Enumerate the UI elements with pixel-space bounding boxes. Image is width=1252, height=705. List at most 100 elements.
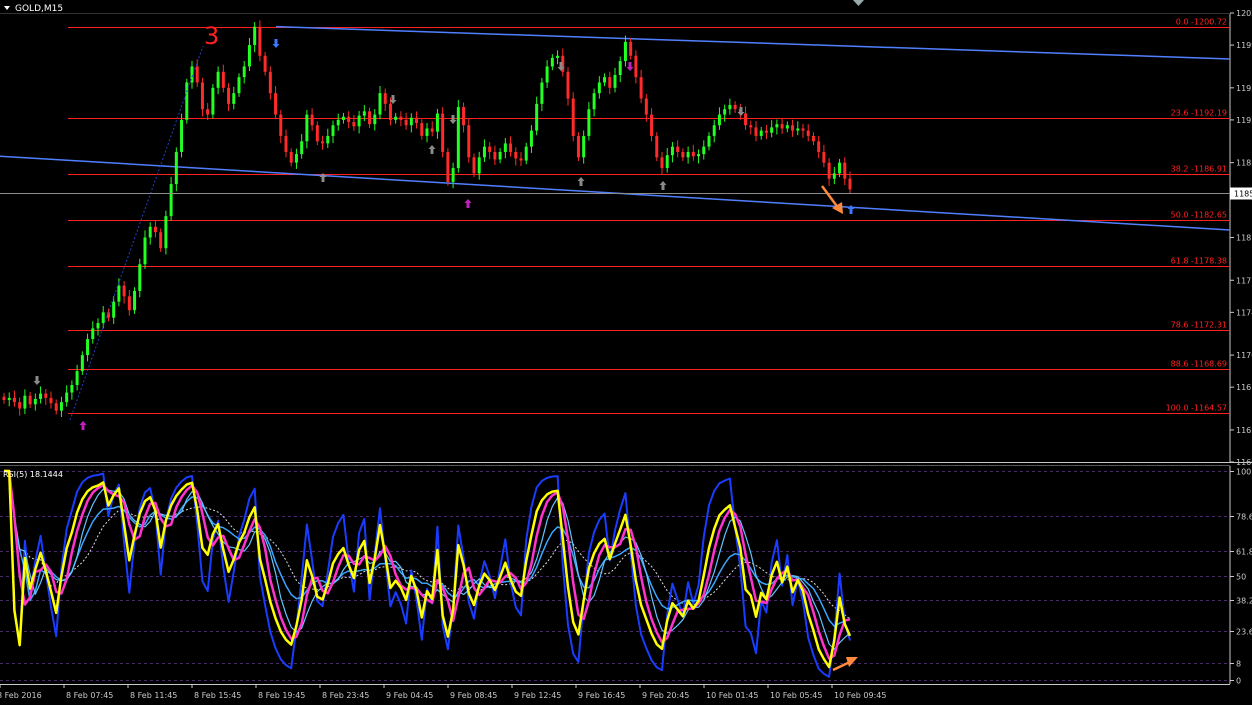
- candle-body: [237, 77, 241, 94]
- candle-body: [65, 392, 69, 403]
- price-tick-label: 1199: [1236, 41, 1252, 50]
- candle-body: [603, 77, 607, 83]
- candle-body: [39, 393, 43, 399]
- candle-body: [498, 151, 502, 160]
- candle-body: [200, 82, 204, 110]
- rsi-level-label: 23.6: [1236, 628, 1252, 637]
- time-tick-label: 9 Feb 20:45: [642, 691, 689, 700]
- candle-body: [211, 87, 215, 115]
- candle-body: [482, 146, 486, 158]
- candle-body: [707, 135, 711, 147]
- candle-body: [12, 397, 16, 403]
- candle-body: [294, 154, 298, 163]
- price-tick-label: 1181: [1236, 234, 1252, 243]
- candle-body: [80, 355, 84, 372]
- candle-body: [362, 111, 366, 116]
- candle-body: [59, 402, 63, 411]
- candle-body: [582, 135, 586, 158]
- candle-body: [258, 26, 262, 56]
- rsi-level-label: 61.8: [1236, 548, 1252, 557]
- rsi-level-label: 0: [1236, 677, 1241, 686]
- time-tick-label: 8 Feb 23:45: [322, 691, 369, 700]
- candle-body: [524, 146, 528, 161]
- price-tick-label: 1160: [1236, 458, 1252, 467]
- candle-body: [341, 116, 345, 120]
- candle-body: [117, 285, 121, 302]
- candle-body: [780, 124, 784, 129]
- rsi-level-label: 8: [1236, 660, 1241, 669]
- candle-body: [195, 66, 199, 83]
- candle-body: [54, 403, 58, 411]
- candle-body: [702, 146, 706, 155]
- candle-body: [216, 71, 220, 88]
- candle-body: [174, 151, 178, 185]
- candle-body: [164, 216, 168, 249]
- candle-body: [770, 127, 774, 133]
- candle-body: [462, 107, 466, 126]
- fib-label: 100.0 -1164.57: [1166, 404, 1227, 413]
- candle-body: [576, 135, 580, 158]
- candle-body: [44, 393, 48, 398]
- candle-body: [133, 290, 137, 311]
- candle-body: [378, 93, 382, 115]
- candle-body: [843, 162, 847, 179]
- candle-body: [535, 103, 539, 131]
- candle-body: [357, 115, 361, 127]
- candle-body: [477, 157, 481, 174]
- candle-body: [723, 109, 727, 115]
- chart-root: 0.0 -1200.72 23.6 -1192.19 38.2 -1186.91 50…: [0, 0, 1252, 705]
- candle-body: [242, 66, 246, 78]
- price-tick-label: 1192: [1236, 116, 1252, 125]
- candle-body: [759, 130, 763, 136]
- candle-body: [441, 113, 445, 152]
- symbol-label: GOLD,M15: [15, 4, 63, 14]
- candle-body: [629, 41, 633, 56]
- candle-body: [749, 125, 753, 128]
- current-price-label: 1185: [1234, 190, 1252, 199]
- candle-body: [75, 371, 79, 386]
- candle-body: [650, 114, 654, 136]
- candle-body: [101, 312, 105, 324]
- candle-body: [623, 41, 627, 62]
- rsi-level-label: 100: [1236, 468, 1251, 477]
- candle-body: [263, 55, 267, 72]
- candle-body: [331, 125, 335, 136]
- candle-body: [221, 71, 225, 88]
- candle-body: [791, 125, 795, 131]
- fib-label: 88.6 -1168.69: [1171, 360, 1227, 369]
- candle-body: [608, 77, 612, 88]
- candle-body: [556, 55, 560, 58]
- candle-body: [70, 385, 74, 393]
- candle-body: [566, 71, 570, 99]
- time-tick-label: 9 Feb 08:45: [450, 691, 497, 700]
- candle-body: [373, 114, 377, 125]
- candle-body: [545, 66, 549, 83]
- candle-body: [665, 155, 669, 169]
- candle-body: [138, 264, 142, 291]
- candle-body: [49, 397, 53, 404]
- candle-body: [644, 98, 648, 115]
- candle-body: [352, 122, 356, 127]
- candle-body: [33, 398, 37, 405]
- candle-body: [409, 117, 413, 126]
- candle-body: [514, 151, 518, 159]
- candle-body: [127, 296, 131, 311]
- candle-body: [388, 103, 392, 120]
- candle-body: [493, 151, 497, 160]
- price-tick-label: 1167: [1236, 383, 1252, 392]
- candle-body: [848, 178, 852, 190]
- price-tick-label: 1163: [1236, 426, 1252, 435]
- time-tick-label: 10 Feb 09:45: [834, 691, 886, 700]
- candle-body: [592, 93, 596, 110]
- candle-body: [717, 114, 721, 126]
- candle-body: [430, 128, 434, 132]
- price-tick-label: 1195: [1236, 84, 1252, 93]
- candle-body: [785, 125, 789, 129]
- candle-body: [315, 125, 319, 142]
- time-tick-label: 9 Feb 12:45: [514, 691, 561, 700]
- candle-body: [472, 157, 476, 174]
- candle-body: [7, 397, 11, 400]
- candle-body: [801, 128, 805, 131]
- candle-body: [415, 117, 419, 124]
- candle-body: [827, 162, 831, 179]
